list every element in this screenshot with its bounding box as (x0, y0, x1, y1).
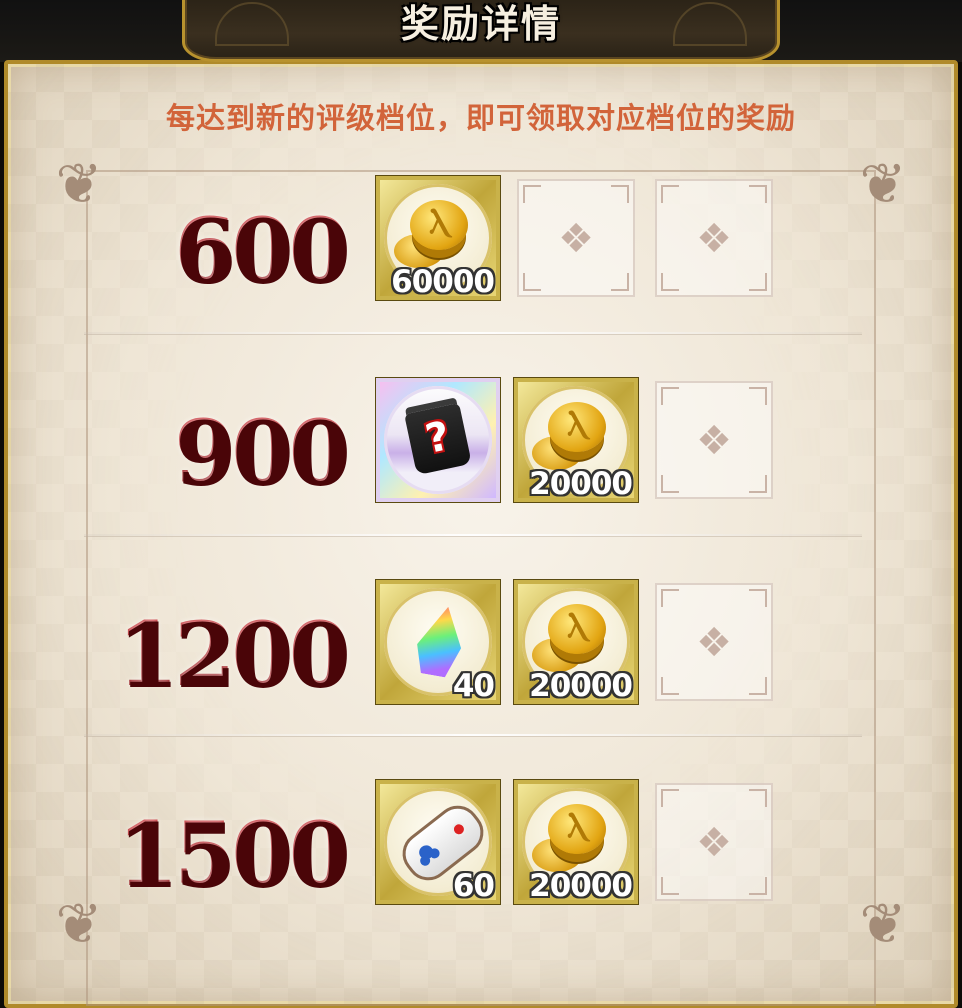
reward-slot[interactable]: 60000 (376, 176, 500, 300)
reward-slot[interactable]: 20000 (514, 378, 638, 502)
reward-quantity: 60000 (391, 264, 495, 300)
reward-quantity: 20000 (529, 466, 633, 502)
empty-reward-slot: ❖ (655, 583, 773, 701)
ornament-icon: ❖ (696, 820, 732, 866)
reward-quantity: 60 (452, 868, 495, 904)
reward-tier-row: 1200 40 20000 ❖ (80, 566, 866, 766)
gold-coin-icon (548, 604, 606, 654)
row-divider (84, 734, 862, 736)
reward-slot[interactable]: 20000 (514, 580, 638, 704)
reward-slot[interactable]: 40 (376, 580, 500, 704)
reward-quantity: 20000 (529, 668, 633, 704)
tier-score: 900 (174, 392, 350, 512)
empty-reward-slot: ❖ (655, 179, 773, 297)
gold-coin-icon (410, 200, 468, 250)
mystery-scroll-icon (404, 402, 472, 476)
ornament-icon: ❖ (696, 216, 732, 262)
subtitle-text: 每达到新的评级档位，即可领取对应档位的奖励 (165, 101, 796, 135)
row-divider (84, 534, 862, 536)
reward-quantity: 20000 (529, 868, 633, 904)
tier-score: 1500 (117, 794, 350, 914)
empty-reward-slot: ❖ (517, 179, 635, 297)
reward-quantity: 40 (452, 668, 495, 704)
ornament-icon: ❖ (696, 418, 732, 464)
reward-slot[interactable] (376, 378, 500, 502)
page-title: 奖励详情 (400, 2, 561, 46)
empty-reward-slot: ❖ (655, 783, 773, 901)
reward-slot[interactable]: 20000 (514, 780, 638, 904)
ornament-icon: ❖ (558, 216, 594, 262)
reward-tier-row: 1500 60 20000 ❖ (80, 766, 866, 966)
gold-coin-icon (548, 804, 606, 854)
ornament-icon: ❖ (696, 620, 732, 666)
empty-reward-slot: ❖ (655, 381, 773, 499)
title-plaque: 奖励详情 (182, 0, 780, 62)
reward-slot[interactable]: 60 (376, 780, 500, 904)
tier-score: 1200 (117, 594, 350, 714)
gold-coin-icon (548, 402, 606, 452)
row-divider (84, 332, 862, 334)
tier-score: 600 (174, 190, 350, 310)
